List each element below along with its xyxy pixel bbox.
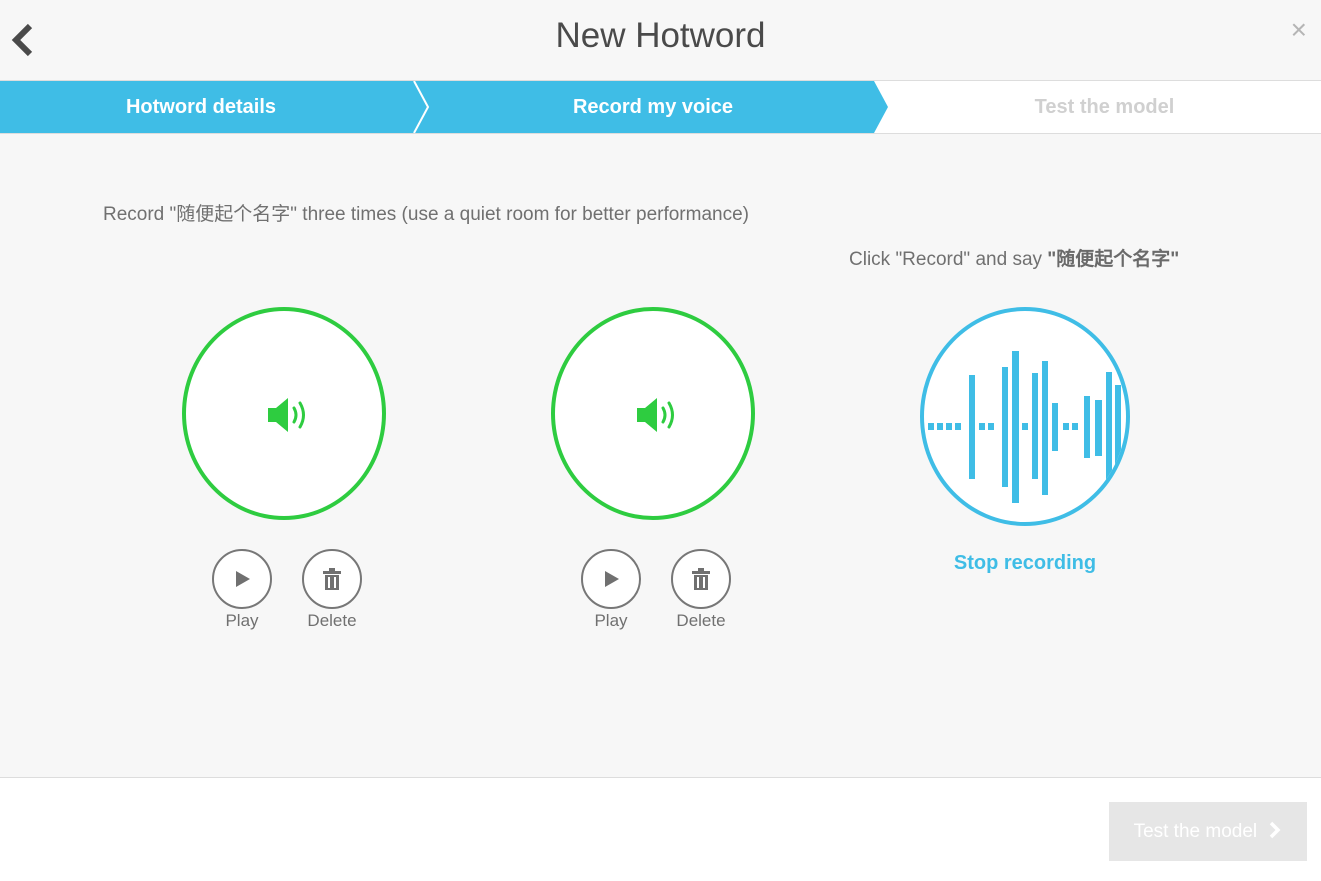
play-icon xyxy=(236,571,250,587)
recording-2[interactable] xyxy=(551,307,755,520)
delete-label-1: Delete xyxy=(307,611,357,630)
modal-footer: Test the model xyxy=(0,777,1321,881)
waveform-icon xyxy=(928,351,1121,503)
play-icon xyxy=(605,571,619,587)
delete-button-2[interactable] xyxy=(671,549,731,609)
play-label-1: Play xyxy=(225,611,259,630)
play-label-2: Play xyxy=(594,611,628,630)
chevron-right-icon xyxy=(1270,821,1281,839)
speaker-icon xyxy=(268,398,305,432)
test-model-button-label: Test the model xyxy=(1133,821,1258,842)
delete-button-1[interactable] xyxy=(302,549,362,609)
test-model-button[interactable]: Test the model xyxy=(1109,802,1307,861)
recording-1[interactable] xyxy=(182,307,386,520)
close-icon[interactable]: × xyxy=(1291,16,1307,44)
recording-instruction: Record "随便起个名字" three times (use a quiet… xyxy=(103,204,749,225)
step-record-my-voice[interactable]: Record my voice xyxy=(428,81,878,133)
speaker-icon xyxy=(637,398,674,432)
step-hotword-details[interactable]: Hotword details xyxy=(0,81,402,133)
recording-3[interactable] xyxy=(920,307,1130,526)
delete-label-2: Delete xyxy=(676,611,726,630)
stop-recording-button[interactable]: Stop recording xyxy=(925,552,1125,575)
step-progress: Hotword details Record my voice Test the… xyxy=(0,81,1321,133)
page-title: New Hotword xyxy=(555,16,766,55)
step-test-the-model[interactable]: Test the model xyxy=(888,81,1321,133)
record-prompt: Click "Record" and say "随便起个名字" xyxy=(849,244,1179,271)
record-prompt-prefix: Click "Record" and say xyxy=(849,249,1048,270)
play-button-2[interactable] xyxy=(581,549,641,609)
trash-icon xyxy=(323,568,341,590)
trash-icon xyxy=(692,568,710,590)
play-button-1[interactable] xyxy=(212,549,272,609)
record-prompt-hotword: "随便起个名字" xyxy=(1047,249,1180,270)
divider xyxy=(0,133,1321,134)
modal-header: New Hotword × xyxy=(0,0,1321,81)
